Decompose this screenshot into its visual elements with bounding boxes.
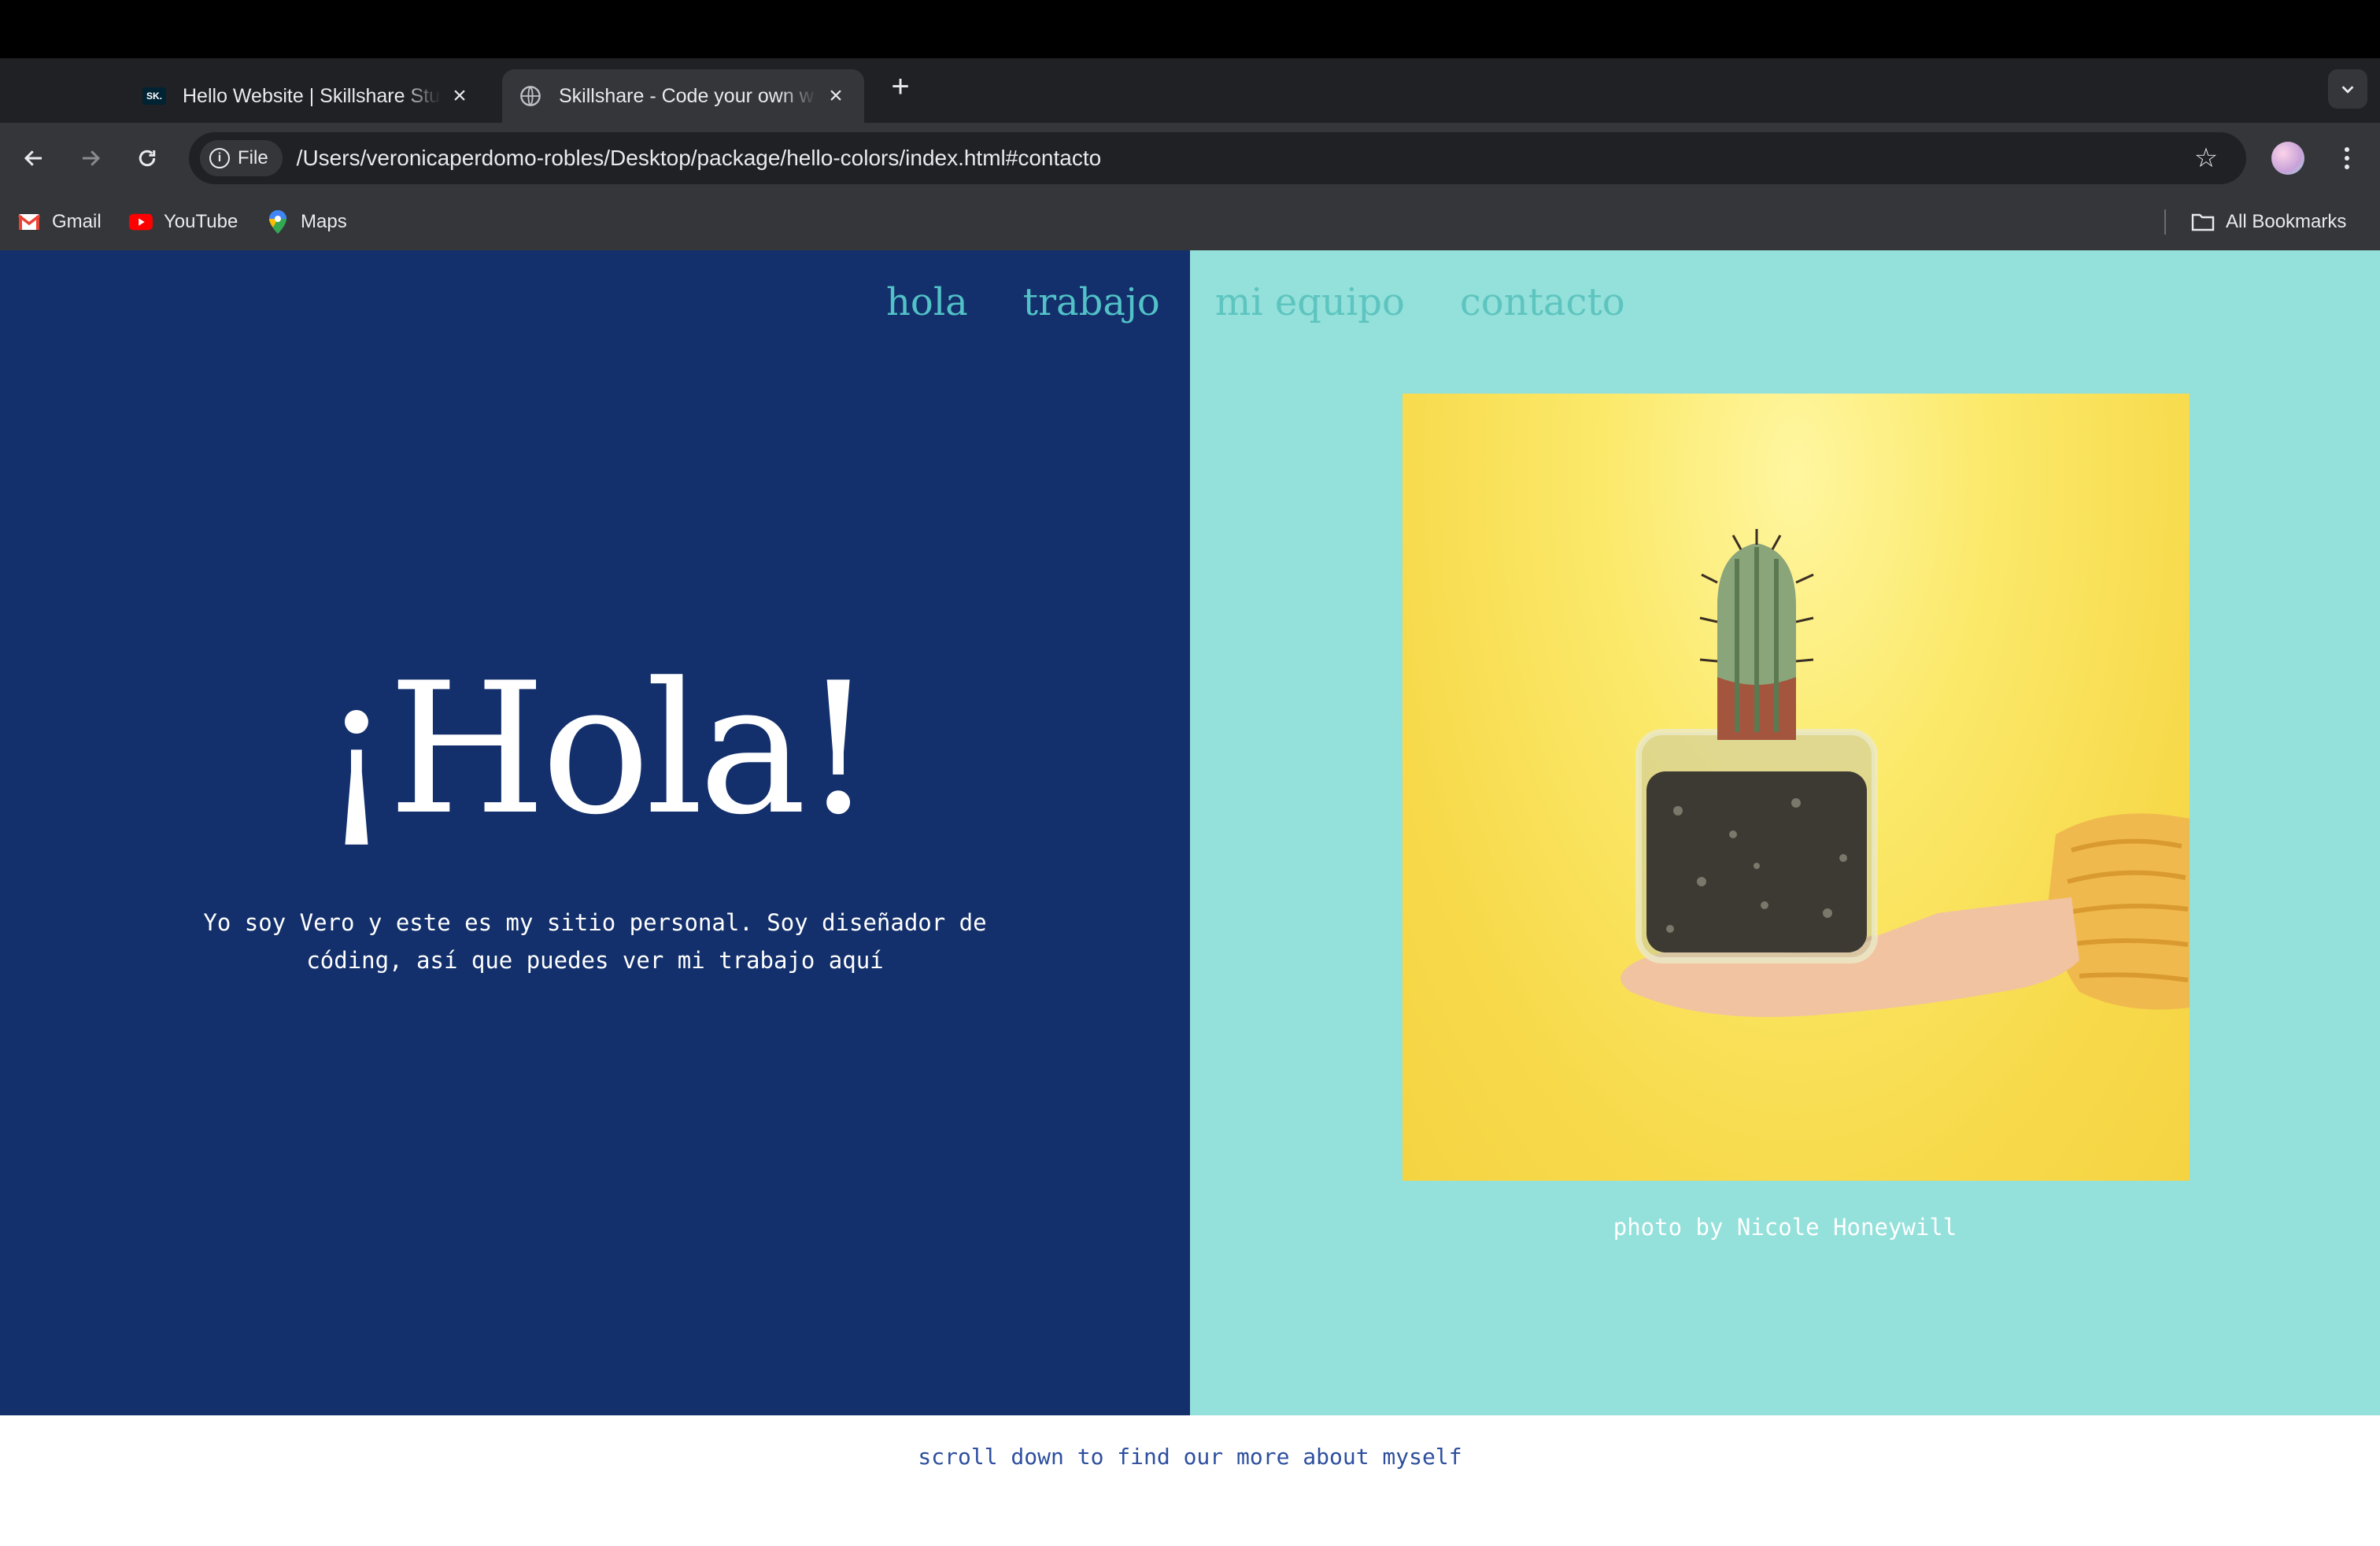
skillshare-icon: SK.	[142, 83, 167, 109]
bookmark-youtube[interactable]: YouTube	[129, 208, 238, 236]
nav-link-trabajo[interactable]: trabajo	[1023, 280, 1160, 324]
bookmark-label: YouTube	[164, 211, 238, 232]
gmail-icon	[17, 210, 41, 234]
browser-toolbar: i File /Users/veronicaperdomo-robles/Des…	[0, 123, 2380, 194]
tab-title: Hello Website | Skillshare Stu	[183, 84, 441, 107]
bookmarks-divider	[2164, 209, 2166, 235]
window-top-bar	[0, 0, 2380, 58]
site-info-chip[interactable]: i File	[200, 140, 283, 176]
nav-link-hola[interactable]: hola	[886, 280, 968, 324]
all-bookmarks-button[interactable]: All Bookmarks	[2191, 208, 2346, 236]
bookmarks-bar: Gmail YouTube Maps All Bookmarks	[0, 194, 2380, 251]
bookmark-label: Gmail	[52, 211, 102, 232]
nav-link-contacto[interactable]: contacto	[1460, 280, 1625, 324]
tab-hello-website[interactable]: SK. Hello Website | Skillshare Stu ×	[126, 69, 488, 123]
bookmark-gmail[interactable]: Gmail	[17, 208, 102, 236]
youtube-icon	[129, 210, 153, 234]
reload-icon	[139, 150, 156, 167]
arrow-left-icon	[24, 150, 42, 166]
folder-icon	[2191, 210, 2215, 234]
profile-avatar[interactable]	[2271, 142, 2304, 175]
page-viewport: hola trabajo mi equipo contacto ¡Hola! Y…	[0, 250, 2380, 1546]
cactus-illustration	[1621, 529, 2190, 1017]
tab-search-button[interactable]	[2328, 69, 2367, 109]
address-bar[interactable]: i File /Users/veronicaperdomo-robles/Des…	[189, 132, 2246, 184]
arrow-right-icon	[83, 150, 101, 166]
chevron-down-icon	[2341, 86, 2354, 94]
scheme-label: File	[238, 147, 268, 168]
bookmark-star-icon[interactable]: ☆	[2188, 140, 2224, 176]
forward-button[interactable]	[72, 140, 109, 176]
info-icon: i	[209, 148, 230, 168]
nav-link-mi-equipo[interactable]: mi equipo	[1215, 280, 1405, 324]
photo-credit: photo by Nicole Honeywill	[1613, 1214, 1957, 1241]
bookmark-label: Maps	[301, 211, 347, 232]
hero-title: ¡Hola!	[320, 645, 875, 855]
new-tab-button[interactable]: +	[885, 71, 916, 102]
all-bookmarks-label: All Bookmarks	[2226, 211, 2347, 232]
bookmark-maps[interactable]: Maps	[266, 208, 347, 236]
kebab-menu-icon[interactable]	[2331, 140, 2363, 176]
back-button[interactable]	[16, 140, 52, 176]
tab-title: Skillshare - Code your own w	[559, 84, 814, 107]
hero-description: Yo soy Vero y este es my sitio personal.…	[203, 909, 987, 974]
cactus-photo	[1402, 394, 2190, 1181]
url-text[interactable]: /Users/veronicaperdomo-robles/Desktop/pa…	[297, 146, 1102, 171]
close-icon[interactable]: ×	[447, 83, 472, 109]
scroll-hint: scroll down to find our more about mysel…	[918, 1444, 1462, 1470]
site-nav: hola trabajo mi equipo contacto	[886, 280, 1625, 324]
globe-icon	[518, 83, 543, 109]
tab-skillshare-code[interactable]: Skillshare - Code your own w ×	[502, 69, 864, 123]
maps-icon	[266, 210, 290, 234]
tab-strip: SK. Hello Website | Skillshare Stu × Ski…	[0, 58, 2380, 123]
reload-button[interactable]	[129, 140, 165, 176]
close-icon[interactable]: ×	[823, 83, 848, 109]
